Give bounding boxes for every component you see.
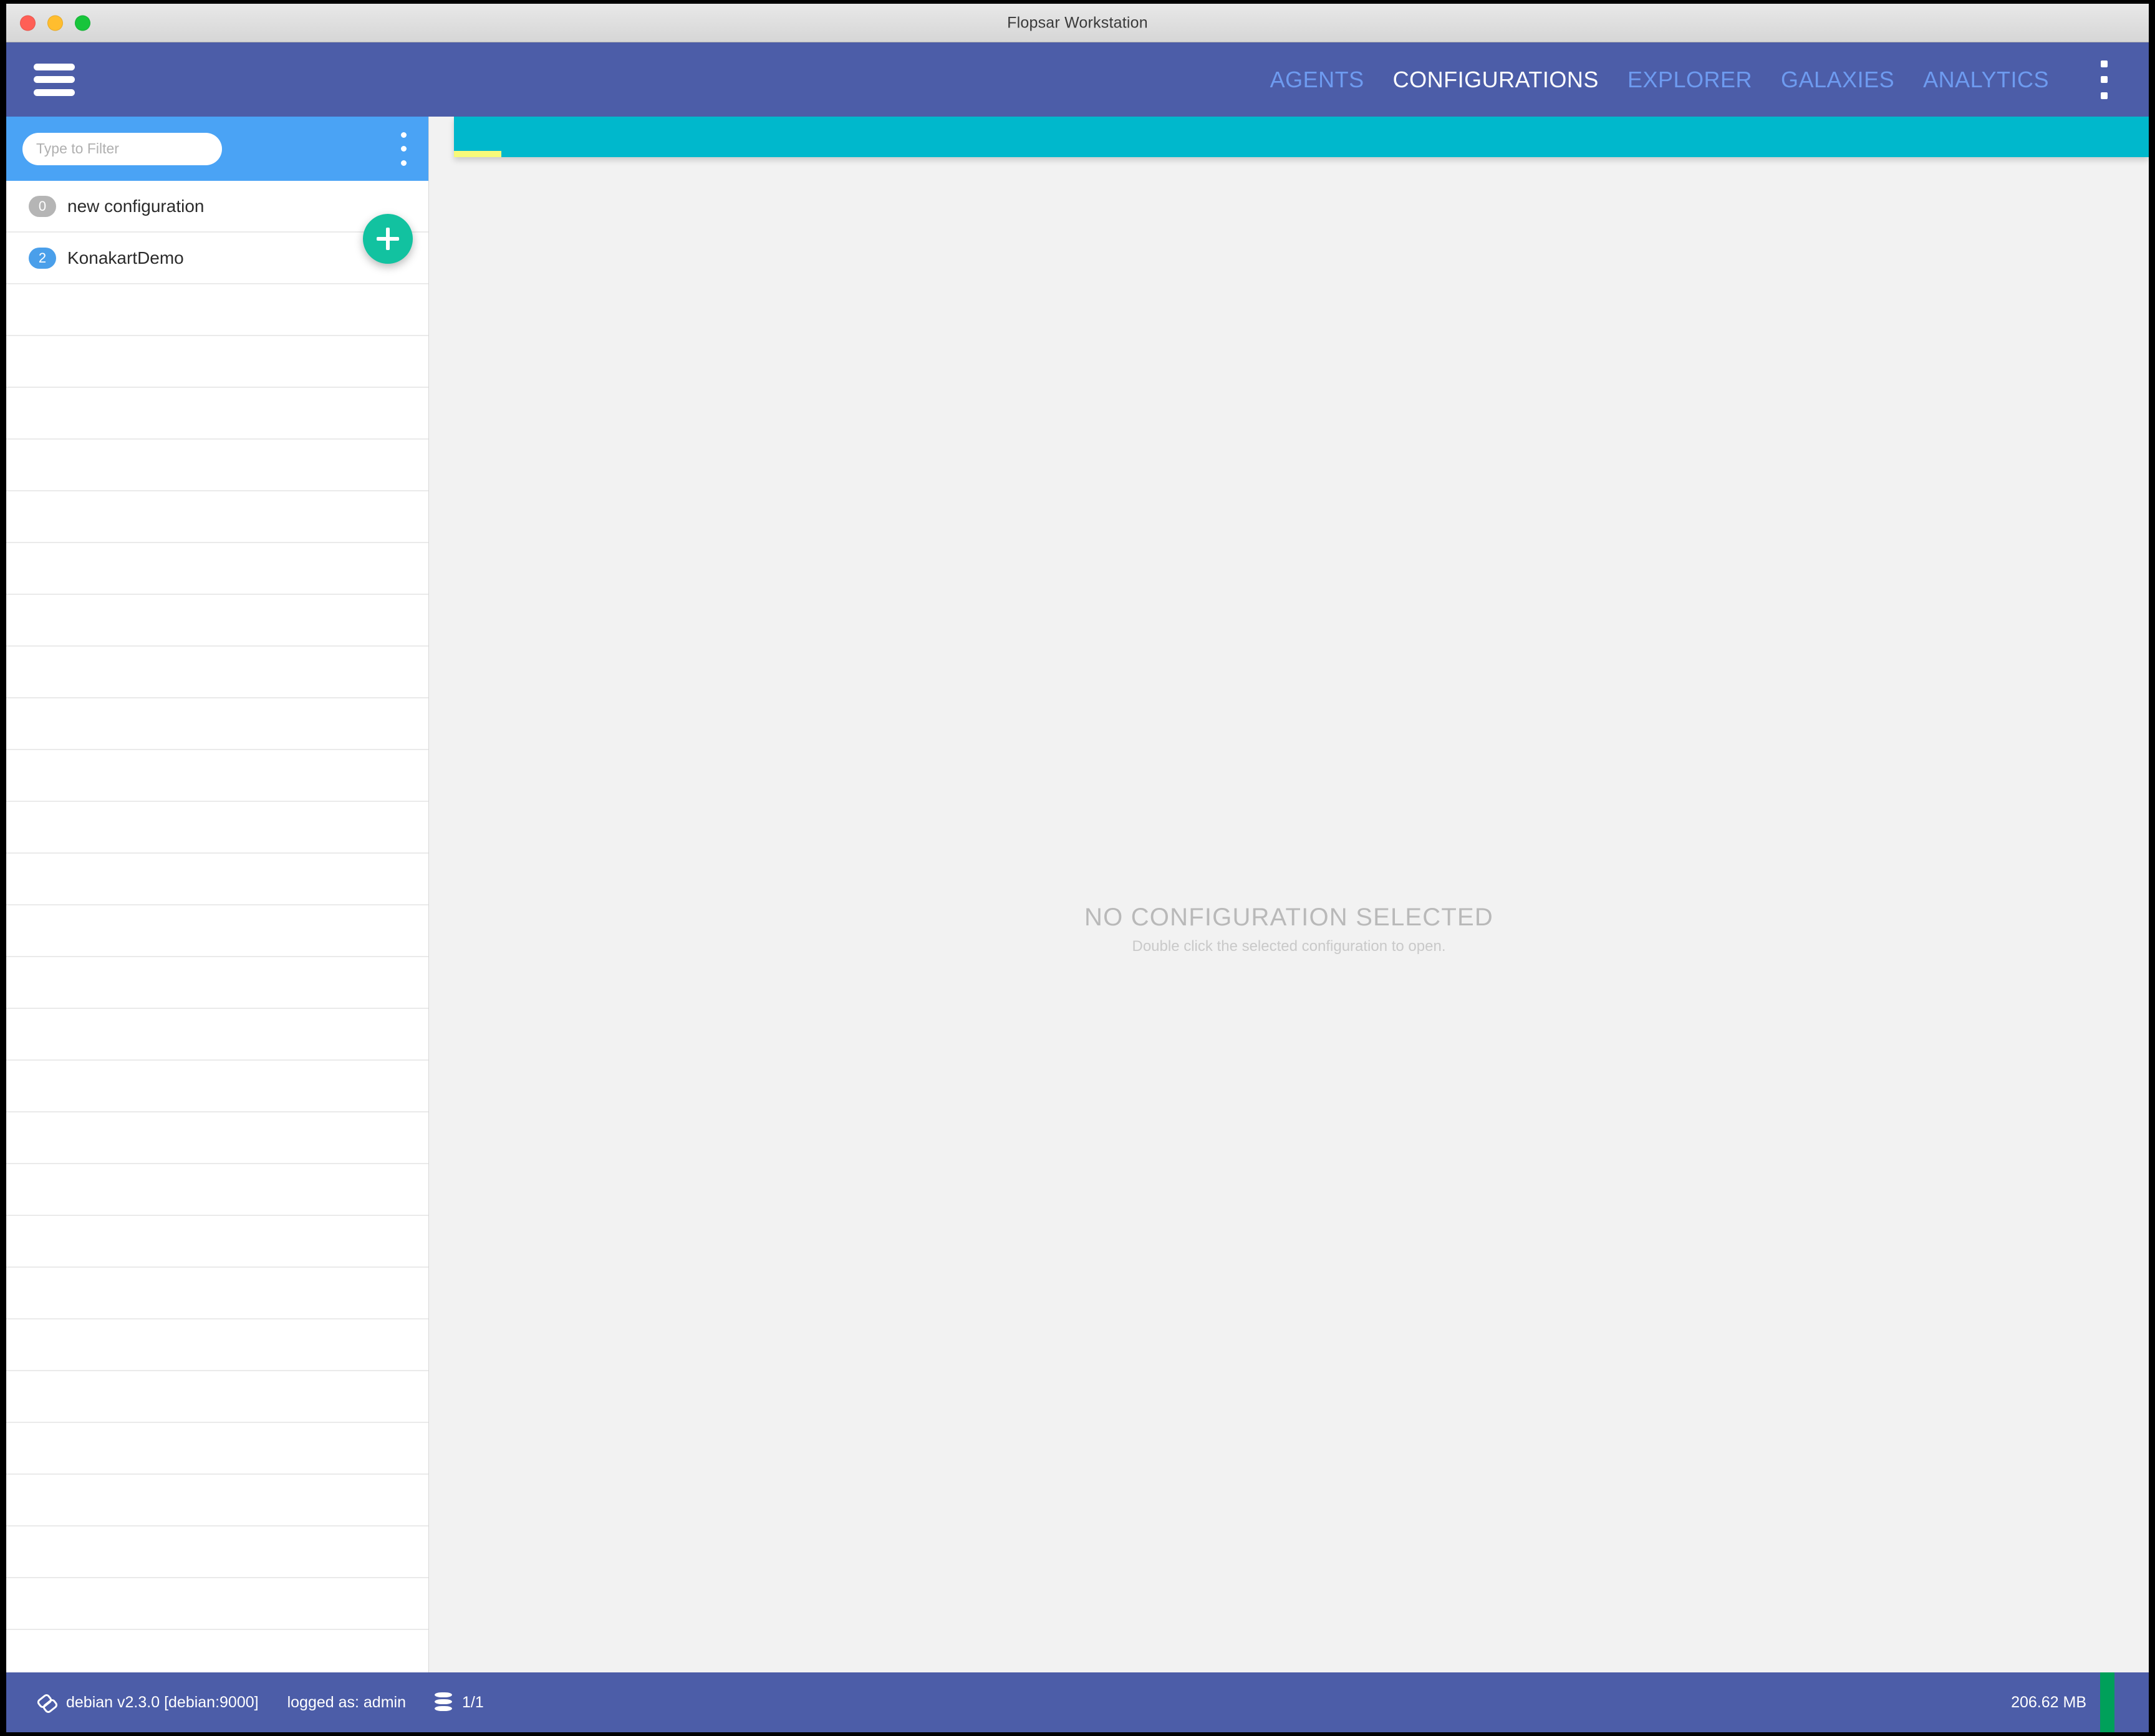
- configuration-list-empty-row: [6, 1475, 428, 1526]
- window-title: Flopsar Workstation: [1007, 14, 1148, 31]
- configuration-list-empty-row: [6, 647, 428, 698]
- configuration-list-empty-row: [6, 1268, 428, 1319]
- configuration-list-empty-row: [6, 1526, 428, 1578]
- configuration-list-empty-row: [6, 1319, 428, 1371]
- configuration-name: new configuration: [67, 196, 205, 216]
- configuration-list-item[interactable]: 0 new configuration: [6, 181, 428, 233]
- configurations-sidebar: 0 new configuration 2 KonakartDemo: [6, 117, 429, 1672]
- configuration-list-empty-row: [6, 1009, 428, 1061]
- add-configuration-button[interactable]: [363, 214, 413, 264]
- db-layer: [435, 1706, 452, 1711]
- configuration-badge: 0: [29, 195, 56, 217]
- status-bar-right: 206.62 MB: [2011, 1672, 2149, 1732]
- configuration-list-empty-row: [6, 336, 428, 388]
- connection-status: debian v2.3.0 [debian:9000]: [37, 1693, 259, 1712]
- content-toolbar: [454, 117, 2149, 157]
- main-navigation: AGENTS CONFIGURATIONS EXPLORER GALAXIES …: [1270, 67, 2049, 93]
- configuration-list-empty-row: [6, 491, 428, 543]
- status-bar-left: debian v2.3.0 [debian:9000] logged as: a…: [37, 1692, 484, 1712]
- nav-item-explorer[interactable]: EXPLORER: [1627, 67, 1752, 93]
- kebab-dot: [2100, 92, 2108, 99]
- main-content: NO CONFIGURATION SELECTED Double click t…: [429, 117, 2149, 1672]
- filter-input[interactable]: [22, 132, 222, 165]
- status-bar: debian v2.3.0 [debian:9000] logged as: a…: [6, 1672, 2149, 1732]
- configuration-list-empty-row: [6, 698, 428, 750]
- kebab-dot: [2100, 60, 2108, 67]
- configuration-list-empty-row: [6, 802, 428, 854]
- configuration-list-empty-row: [6, 1061, 428, 1112]
- hamburger-bar: [34, 63, 75, 70]
- memory-usage-label: 206.62 MB: [2011, 1693, 2086, 1711]
- logged-user-label: logged as: admin: [287, 1693, 406, 1711]
- hamburger-bar: [34, 89, 75, 96]
- configuration-list-empty-row: [6, 1578, 428, 1630]
- hamburger-bar: [34, 76, 75, 83]
- configuration-list-empty-row: [6, 440, 428, 491]
- database-status: 1/1: [435, 1692, 484, 1712]
- toolbar-accent-indicator: [454, 151, 501, 157]
- configuration-list-empty-row: [6, 1112, 428, 1164]
- window-titlebar: Flopsar Workstation: [6, 4, 2149, 42]
- configuration-list-empty-row: [6, 957, 428, 1009]
- configuration-list-empty-row: [6, 750, 428, 802]
- nav-item-galaxies[interactable]: GALAXIES: [1781, 67, 1894, 93]
- configuration-list-empty-row: [6, 1371, 428, 1423]
- empty-state-subtitle: Double click the selected configuration …: [1132, 938, 1446, 955]
- kebab-dot: [400, 160, 407, 166]
- app-header: AGENTS CONFIGURATIONS EXPLORER GALAXIES …: [6, 42, 2149, 117]
- db-layer: [435, 1692, 452, 1697]
- configuration-list-empty-row: [6, 1164, 428, 1216]
- hamburger-icon[interactable]: [34, 63, 75, 96]
- configuration-list-empty-row: [6, 905, 428, 957]
- configuration-list-empty-row: [6, 1216, 428, 1268]
- configuration-list-empty-row: [6, 284, 428, 336]
- configuration-name: KonakartDemo: [67, 248, 184, 268]
- database-count-label: 1/1: [462, 1693, 484, 1711]
- configuration-badge: 2: [29, 247, 56, 269]
- configuration-list-empty-row: [6, 543, 428, 595]
- filter-bar: [6, 117, 428, 181]
- database-icon: [435, 1692, 452, 1712]
- nav-item-agents[interactable]: AGENTS: [1270, 67, 1364, 93]
- db-layer: [435, 1699, 452, 1704]
- connection-label: debian v2.3.0 [debian:9000]: [66, 1693, 259, 1711]
- configuration-list-empty-row: [6, 388, 428, 440]
- kebab-dot: [400, 146, 407, 152]
- configuration-list-empty-row: [6, 595, 428, 647]
- nav-item-analytics[interactable]: ANALYTICS: [1923, 67, 2049, 93]
- kebab-dot: [400, 132, 407, 138]
- sidebar-kebab-menu-icon[interactable]: [396, 132, 411, 166]
- app-window: Flopsar Workstation AGENTS CONFIGURATION…: [6, 4, 2149, 1732]
- memory-bar-track: [2114, 1672, 2149, 1732]
- kebab-dot: [2100, 76, 2108, 83]
- link-icon: [37, 1693, 56, 1712]
- empty-state-title: NO CONFIGURATION SELECTED: [1084, 904, 1493, 931]
- configuration-list-empty-row: [6, 1423, 428, 1475]
- configuration-list-empty-row: [6, 1630, 428, 1672]
- screen: Flopsar Workstation AGENTS CONFIGURATION…: [0, 0, 2155, 1736]
- user-status: logged as: admin: [287, 1694, 406, 1712]
- empty-state: NO CONFIGURATION SELECTED Double click t…: [429, 904, 2149, 955]
- configuration-list-empty-row: [6, 854, 428, 905]
- configuration-list[interactable]: 0 new configuration 2 KonakartDemo: [6, 181, 428, 1672]
- memory-usage-bar[interactable]: [2100, 1672, 2114, 1732]
- nav-item-configurations[interactable]: CONFIGURATIONS: [1393, 67, 1599, 93]
- kebab-menu-icon[interactable]: [2091, 60, 2116, 99]
